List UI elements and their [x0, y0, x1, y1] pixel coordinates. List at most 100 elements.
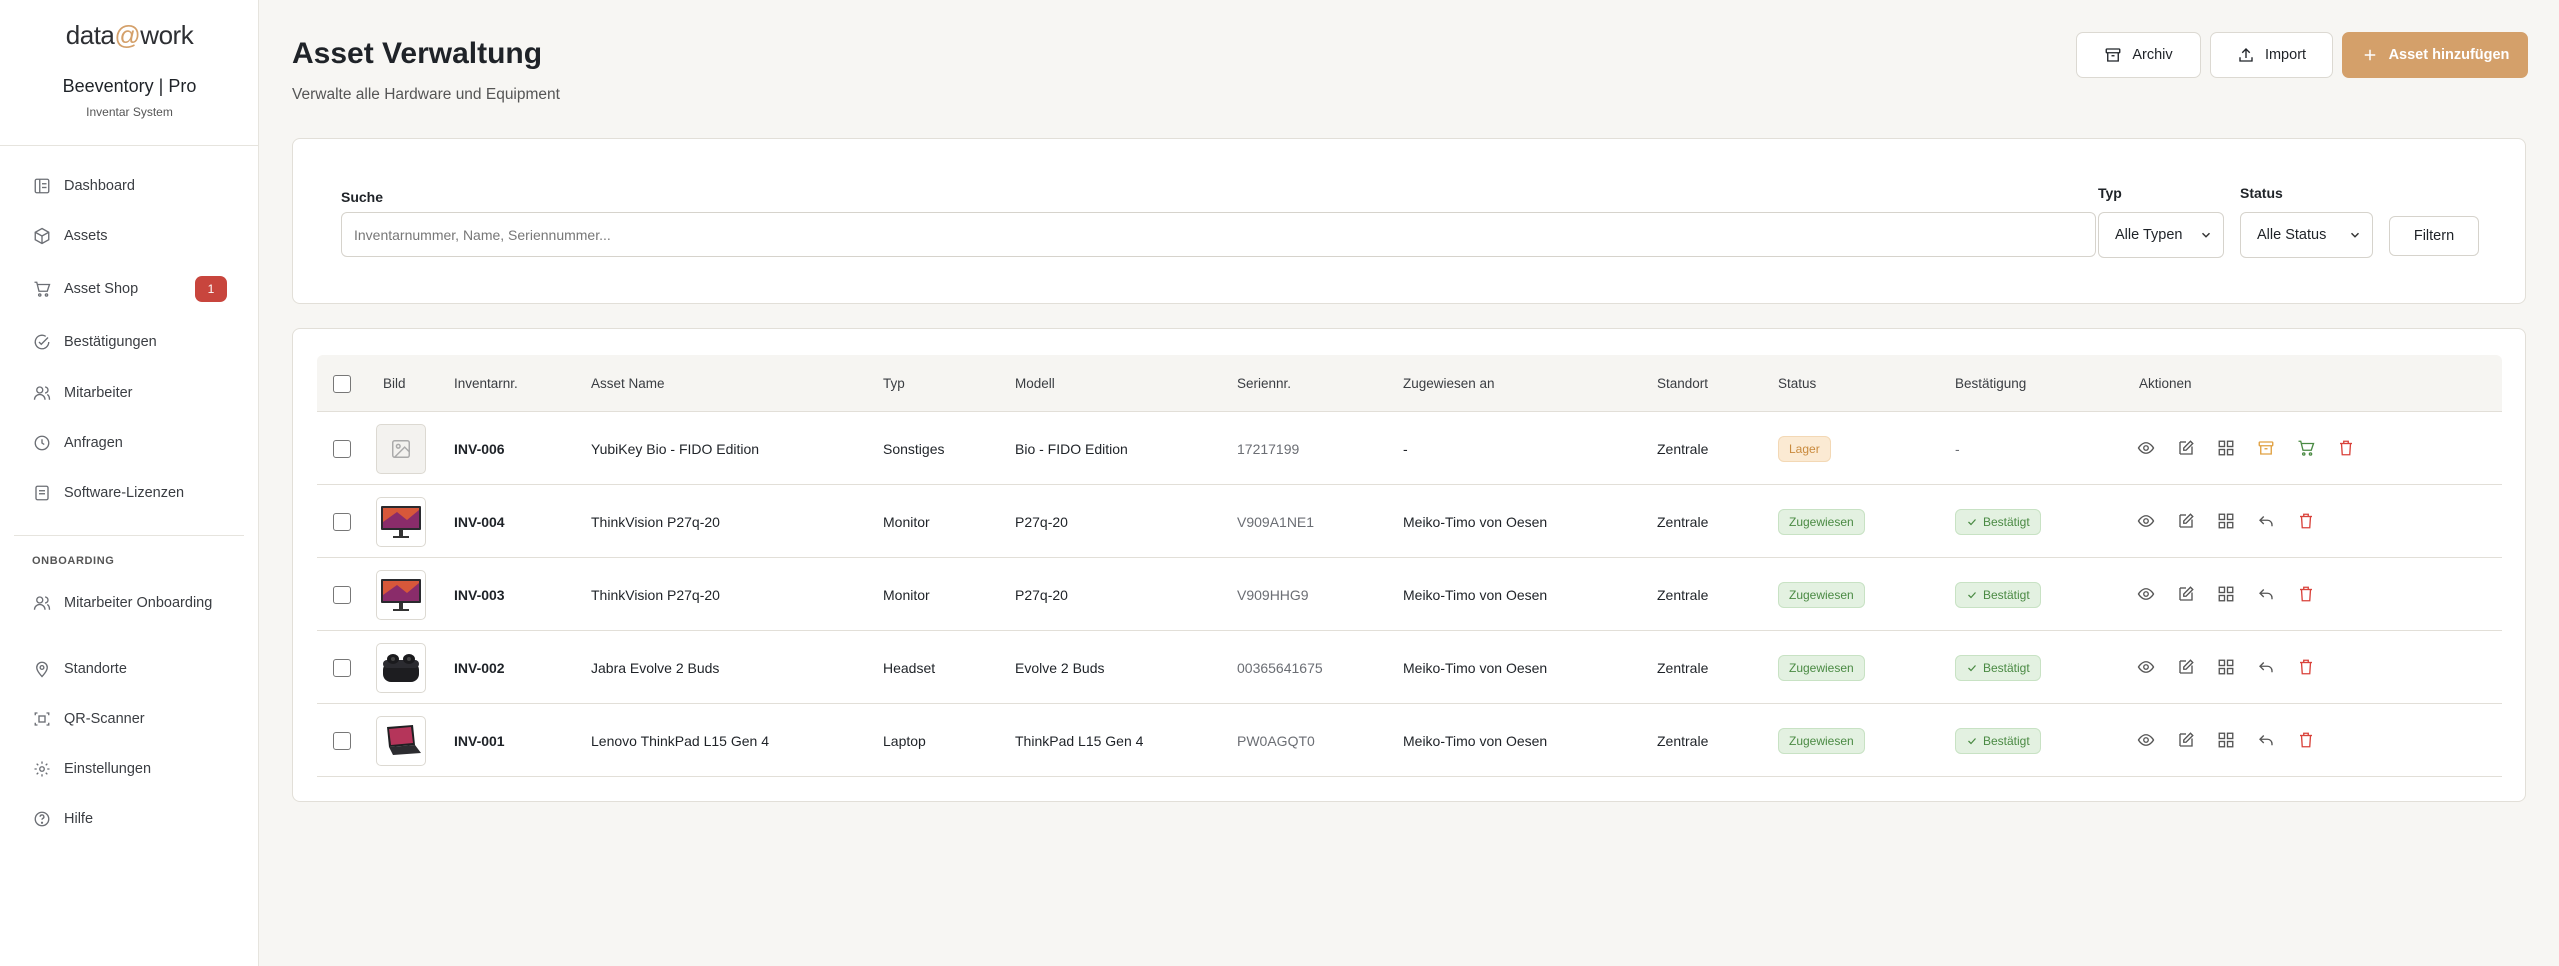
- status-select[interactable]: Alle Status: [2240, 212, 2373, 258]
- view-button[interactable]: [2134, 728, 2158, 752]
- check-icon: [1968, 518, 1976, 525]
- sidebar-item-standorte[interactable]: Standorte: [32, 656, 232, 682]
- trash-icon: [2300, 513, 2312, 529]
- cart-icon: [32, 279, 52, 299]
- edit-button[interactable]: [2174, 509, 2198, 533]
- row-checkbox[interactable]: [333, 558, 351, 631]
- view-button[interactable]: [2134, 582, 2158, 606]
- row-checkbox[interactable]: [333, 631, 351, 704]
- qr-code-button[interactable]: [2214, 655, 2238, 679]
- sidebar-item-einstellungen[interactable]: Einstellungen: [32, 756, 232, 782]
- sidebar-item-mitarbeiter[interactable]: Mitarbeiter: [32, 380, 232, 406]
- edit-button[interactable]: [2174, 582, 2198, 606]
- logo[interactable]: data@work: [0, 20, 259, 51]
- undo-icon: [2259, 589, 2273, 600]
- column-header[interactable]: Inventarnr.: [454, 355, 518, 412]
- help-icon: [32, 809, 52, 829]
- column-header[interactable]: Typ: [883, 355, 905, 412]
- page-title: Asset Verwaltung: [292, 37, 543, 70]
- table-row[interactable]: INV-006 YubiKey Bio - FIDO Edition Sonst…: [317, 412, 2502, 485]
- serial-number: V909HHG9: [1237, 586, 1309, 603]
- inventory-number[interactable]: INV-003: [454, 558, 505, 631]
- column-header[interactable]: Standort: [1657, 355, 1708, 412]
- undo-icon: [2259, 662, 2273, 673]
- view-button[interactable]: [2134, 436, 2158, 460]
- edit-icon: [2179, 732, 2194, 747]
- qr-code-button[interactable]: [2214, 728, 2238, 752]
- status-cell: Zugewiesen: [1778, 704, 1865, 777]
- inventory-number[interactable]: INV-004: [454, 485, 505, 558]
- row-checkbox[interactable]: [333, 412, 351, 485]
- return-button[interactable]: [2254, 582, 2278, 606]
- sidebar-item-mitarbeiter-onboarding[interactable]: Mitarbeiter Onboarding: [32, 590, 232, 616]
- view-button[interactable]: [2134, 655, 2158, 679]
- import-button[interactable]: Import: [2210, 32, 2333, 78]
- add-asset-button[interactable]: Asset hinzufügen: [2342, 32, 2528, 78]
- sidebar-item-label: Einstellungen: [64, 761, 152, 777]
- qr-code-button[interactable]: [2214, 509, 2238, 533]
- delete-button[interactable]: [2294, 582, 2318, 606]
- assigned-to: Meiko-Timo von Oesen: [1403, 659, 1548, 676]
- table-row[interactable]: INV-004 ThinkVision P27q-20 Monitor P27q…: [317, 485, 2502, 558]
- type-select[interactable]: Alle Typen: [2098, 212, 2224, 258]
- sidebar-item-software-lizenzen[interactable]: Software-Lizenzen: [32, 480, 232, 506]
- undo-icon: [2259, 516, 2273, 527]
- sidebar-item-anfragen[interactable]: Anfragen: [32, 430, 232, 456]
- inventory-number[interactable]: INV-006: [454, 412, 505, 485]
- monitor-image: [381, 505, 421, 538]
- table-row[interactable]: INV-003 ThinkVision P27q-20 Monitor P27q…: [317, 558, 2502, 631]
- eye-icon: [2137, 734, 2155, 746]
- search-input[interactable]: [341, 212, 2096, 257]
- inventory-number[interactable]: INV-001: [454, 704, 505, 777]
- select-all-checkbox[interactable]: [333, 355, 351, 412]
- sidebar-item-dashboard[interactable]: Dashboard: [32, 173, 232, 199]
- inventory-number[interactable]: INV-002: [454, 631, 505, 704]
- row-checkbox[interactable]: [333, 485, 351, 558]
- return-button[interactable]: [2254, 655, 2278, 679]
- sidebar-item-label: Assets: [64, 228, 108, 244]
- sidebar-item-assets[interactable]: Assets: [32, 223, 232, 249]
- confirmation-cell: Bestätigt: [1955, 631, 2041, 704]
- column-header[interactable]: Zugewiesen an: [1403, 355, 1495, 412]
- delete-button[interactable]: [2294, 655, 2318, 679]
- check-circle-icon: [32, 332, 52, 352]
- edit-button[interactable]: [2174, 728, 2198, 752]
- sidebar-item-label: Bestätigungen: [64, 334, 157, 350]
- delete-button[interactable]: [2334, 436, 2358, 460]
- asset-type: Sonstiges: [883, 440, 945, 457]
- asset-name: Jabra Evolve 2 Buds: [591, 659, 720, 676]
- column-header[interactable]: Seriennr.: [1237, 355, 1291, 412]
- filter-button[interactable]: Filtern: [2389, 216, 2479, 256]
- sidebar-item-label: Mitarbeiter: [64, 385, 133, 401]
- confirmation-badge: Bestätigt: [1955, 581, 2041, 608]
- sidebar-item-hilfe[interactable]: Hilfe: [32, 806, 232, 832]
- column-header[interactable]: Bestätigung: [1955, 355, 2026, 412]
- column-header[interactable]: Asset Name: [591, 355, 665, 412]
- divider: [0, 145, 259, 146]
- edit-button[interactable]: [2174, 436, 2198, 460]
- table-row[interactable]: INV-001 Lenovo ThinkPad L15 Gen 4 Laptop…: [317, 704, 2502, 777]
- row-checkbox[interactable]: [333, 704, 351, 777]
- column-header[interactable]: Status: [1778, 355, 1816, 412]
- assigned-to: Meiko-Timo von Oesen: [1403, 513, 1548, 530]
- return-button[interactable]: [2254, 509, 2278, 533]
- column-header: Aktionen: [2139, 376, 2192, 391]
- archive-asset-button[interactable]: [2254, 436, 2278, 460]
- column-header[interactable]: Modell: [1015, 355, 1055, 412]
- delete-button[interactable]: [2294, 728, 2318, 752]
- confirmation-cell: Bestätigt: [1955, 485, 2041, 558]
- qr-code-button[interactable]: [2214, 436, 2238, 460]
- sidebar-item-bestaetigungen[interactable]: Bestätigungen: [32, 329, 232, 355]
- archive-button[interactable]: Archiv: [2076, 32, 2201, 78]
- eye-icon: [2137, 588, 2155, 600]
- serial-number: 17217199: [1237, 440, 1300, 457]
- add-to-shop-button[interactable]: [2294, 436, 2318, 460]
- table-row[interactable]: INV-002 Jabra Evolve 2 Buds Headset Evol…: [317, 631, 2502, 704]
- delete-button[interactable]: [2294, 509, 2318, 533]
- edit-button[interactable]: [2174, 655, 2198, 679]
- return-button[interactable]: [2254, 728, 2278, 752]
- view-button[interactable]: [2134, 509, 2158, 533]
- qr-code-button[interactable]: [2214, 582, 2238, 606]
- sidebar-item-qr-scanner[interactable]: QR-Scanner: [32, 706, 232, 732]
- earbuds-image: [383, 653, 419, 682]
